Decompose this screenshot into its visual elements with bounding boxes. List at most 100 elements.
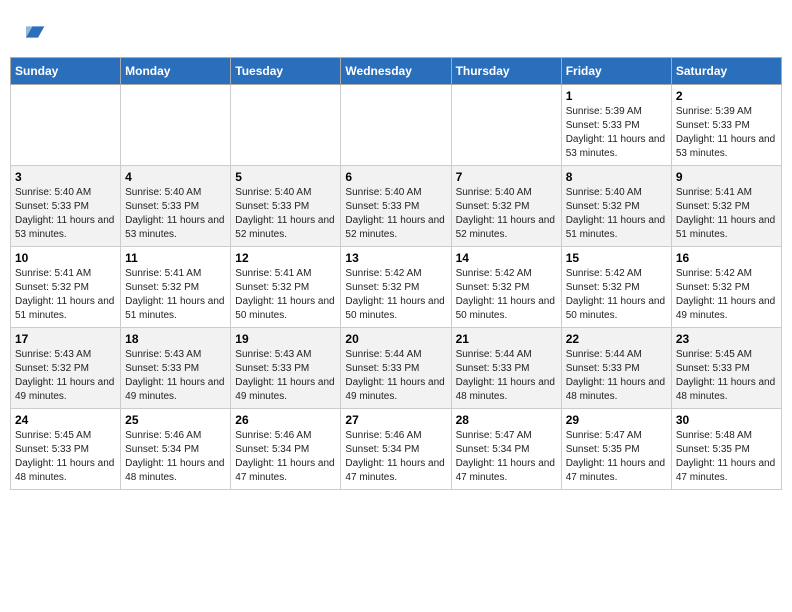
day-info: Sunrise: 5:40 AMSunset: 5:33 PMDaylight:… [235, 186, 336, 242]
day-info: Sunrise: 5:41 AMSunset: 5:32 PMDaylight:… [15, 267, 116, 323]
calendar-cell: 18 Sunrise: 5:43 AMSunset: 5:33 PMDayligh… [121, 328, 231, 409]
day-info: Sunrise: 5:44 AMSunset: 5:33 PMDaylight:… [566, 348, 667, 404]
day-info: Sunrise: 5:43 AMSunset: 5:33 PMDaylight:… [235, 348, 336, 404]
day-number: 25 [125, 413, 226, 427]
day-number: 30 [676, 413, 777, 427]
day-number: 22 [566, 332, 667, 346]
day-number: 1 [566, 89, 667, 103]
day-info: Sunrise: 5:42 AMSunset: 5:32 PMDaylight:… [566, 267, 667, 323]
day-number: 7 [456, 170, 557, 184]
day-info: Sunrise: 5:44 AMSunset: 5:33 PMDaylight:… [345, 348, 446, 404]
calendar-cell [451, 85, 561, 166]
calendar-cell: 19 Sunrise: 5:43 AMSunset: 5:33 PMDayligh… [231, 328, 341, 409]
calendar-header-sunday: Sunday [11, 58, 121, 85]
day-info: Sunrise: 5:43 AMSunset: 5:33 PMDaylight:… [125, 348, 226, 404]
day-info: Sunrise: 5:40 AMSunset: 5:33 PMDaylight:… [15, 186, 116, 242]
day-number: 15 [566, 251, 667, 265]
calendar-cell: 22 Sunrise: 5:44 AMSunset: 5:33 PMDayligh… [561, 328, 671, 409]
day-number: 29 [566, 413, 667, 427]
page-header [10, 10, 782, 57]
day-number: 17 [15, 332, 116, 346]
day-info: Sunrise: 5:43 AMSunset: 5:32 PMDaylight:… [15, 348, 116, 404]
calendar-header-wednesday: Wednesday [341, 58, 451, 85]
calendar-cell: 27 Sunrise: 5:46 AMSunset: 5:34 PMDayligh… [341, 409, 451, 490]
day-info: Sunrise: 5:41 AMSunset: 5:32 PMDaylight:… [676, 186, 777, 242]
calendar-cell: 10 Sunrise: 5:41 AMSunset: 5:32 PMDayligh… [11, 247, 121, 328]
day-number: 2 [676, 89, 777, 103]
calendar-week-row: 3 Sunrise: 5:40 AMSunset: 5:33 PMDaylight… [11, 166, 782, 247]
day-info: Sunrise: 5:46 AMSunset: 5:34 PMDaylight:… [235, 429, 336, 485]
day-info: Sunrise: 5:45 AMSunset: 5:33 PMDaylight:… [676, 348, 777, 404]
day-number: 11 [125, 251, 226, 265]
day-number: 5 [235, 170, 336, 184]
calendar-cell: 6 Sunrise: 5:40 AMSunset: 5:33 PMDaylight… [341, 166, 451, 247]
day-info: Sunrise: 5:47 AMSunset: 5:35 PMDaylight:… [566, 429, 667, 485]
day-number: 28 [456, 413, 557, 427]
calendar-cell: 24Sunrise: 5:45 AMSunset: 5:33 PMDayligh… [11, 409, 121, 490]
logo [20, 20, 46, 49]
calendar-cell: 2 Sunrise: 5:39 AMSunset: 5:33 PMDaylight… [671, 85, 781, 166]
calendar-header-thursday: Thursday [451, 58, 561, 85]
calendar-cell [11, 85, 121, 166]
calendar-cell: 20 Sunrise: 5:44 AMSunset: 5:33 PMDayligh… [341, 328, 451, 409]
day-number: 24 [15, 413, 116, 427]
calendar-cell: 23 Sunrise: 5:45 AMSunset: 5:33 PMDayligh… [671, 328, 781, 409]
day-info: Sunrise: 5:42 AMSunset: 5:32 PMDaylight:… [456, 267, 557, 323]
day-number: 19 [235, 332, 336, 346]
day-number: 16 [676, 251, 777, 265]
calendar-cell: 29 Sunrise: 5:47 AMSunset: 5:35 PMDayligh… [561, 409, 671, 490]
day-info: Sunrise: 5:40 AMSunset: 5:33 PMDaylight:… [345, 186, 446, 242]
calendar-cell: 3 Sunrise: 5:40 AMSunset: 5:33 PMDaylight… [11, 166, 121, 247]
day-info: Sunrise: 5:46 AMSunset: 5:34 PMDaylight:… [345, 429, 446, 485]
day-number: 12 [235, 251, 336, 265]
calendar-cell: 25 Sunrise: 5:46 AMSunset: 5:34 PMDayligh… [121, 409, 231, 490]
calendar-cell: 5 Sunrise: 5:40 AMSunset: 5:33 PMDaylight… [231, 166, 341, 247]
calendar-cell [341, 85, 451, 166]
calendar-cell: 1Sunrise: 5:39 AMSunset: 5:33 PMDaylight… [561, 85, 671, 166]
day-info: Sunrise: 5:40 AMSunset: 5:33 PMDaylight:… [125, 186, 226, 242]
calendar-header-friday: Friday [561, 58, 671, 85]
calendar-cell: 11 Sunrise: 5:41 AMSunset: 5:32 PMDayligh… [121, 247, 231, 328]
day-number: 8 [566, 170, 667, 184]
day-number: 13 [345, 251, 446, 265]
day-number: 4 [125, 170, 226, 184]
calendar-cell [231, 85, 341, 166]
calendar-cell: 4 Sunrise: 5:40 AMSunset: 5:33 PMDaylight… [121, 166, 231, 247]
day-number: 26 [235, 413, 336, 427]
day-info: Sunrise: 5:46 AMSunset: 5:34 PMDaylight:… [125, 429, 226, 485]
calendar-week-row: 10 Sunrise: 5:41 AMSunset: 5:32 PMDayligh… [11, 247, 782, 328]
day-info: Sunrise: 5:41 AMSunset: 5:32 PMDaylight:… [235, 267, 336, 323]
calendar-week-row: 17 Sunrise: 5:43 AMSunset: 5:32 PMDayligh… [11, 328, 782, 409]
day-info: Sunrise: 5:48 AMSunset: 5:35 PMDaylight:… [676, 429, 777, 485]
day-number: 20 [345, 332, 446, 346]
calendar-week-row: 24Sunrise: 5:45 AMSunset: 5:33 PMDayligh… [11, 409, 782, 490]
calendar-header-row: SundayMondayTuesdayWednesdayThursdayFrid… [11, 58, 782, 85]
calendar-cell: 26 Sunrise: 5:46 AMSunset: 5:34 PMDayligh… [231, 409, 341, 490]
day-number: 3 [15, 170, 116, 184]
day-number: 14 [456, 251, 557, 265]
day-info: Sunrise: 5:42 AMSunset: 5:32 PMDaylight:… [676, 267, 777, 323]
calendar-cell: 9 Sunrise: 5:41 AMSunset: 5:32 PMDaylight… [671, 166, 781, 247]
day-number: 10 [15, 251, 116, 265]
calendar-cell [121, 85, 231, 166]
day-info: Sunrise: 5:40 AMSunset: 5:32 PMDaylight:… [566, 186, 667, 242]
calendar-cell: 17 Sunrise: 5:43 AMSunset: 5:32 PMDayligh… [11, 328, 121, 409]
calendar-header-monday: Monday [121, 58, 231, 85]
day-info: Sunrise: 5:42 AMSunset: 5:32 PMDaylight:… [345, 267, 446, 323]
day-info: Sunrise: 5:40 AMSunset: 5:32 PMDaylight:… [456, 186, 557, 242]
calendar-header-saturday: Saturday [671, 58, 781, 85]
day-number: 27 [345, 413, 446, 427]
day-number: 9 [676, 170, 777, 184]
day-info: Sunrise: 5:41 AMSunset: 5:32 PMDaylight:… [125, 267, 226, 323]
calendar-cell: 16 Sunrise: 5:42 AMSunset: 5:32 PMDayligh… [671, 247, 781, 328]
calendar-cell: 8 Sunrise: 5:40 AMSunset: 5:32 PMDaylight… [561, 166, 671, 247]
day-info: Sunrise: 5:39 AMSunset: 5:33 PMDaylight:… [676, 105, 777, 161]
calendar-cell: 7 Sunrise: 5:40 AMSunset: 5:32 PMDaylight… [451, 166, 561, 247]
logo-icon [22, 20, 46, 44]
day-number: 23 [676, 332, 777, 346]
day-number: 6 [345, 170, 446, 184]
day-number: 21 [456, 332, 557, 346]
calendar-header-tuesday: Tuesday [231, 58, 341, 85]
day-number: 18 [125, 332, 226, 346]
calendar-week-row: 1 Sunrise: 5:39 AMSunset: 5:33 PMDaylight… [11, 85, 782, 166]
